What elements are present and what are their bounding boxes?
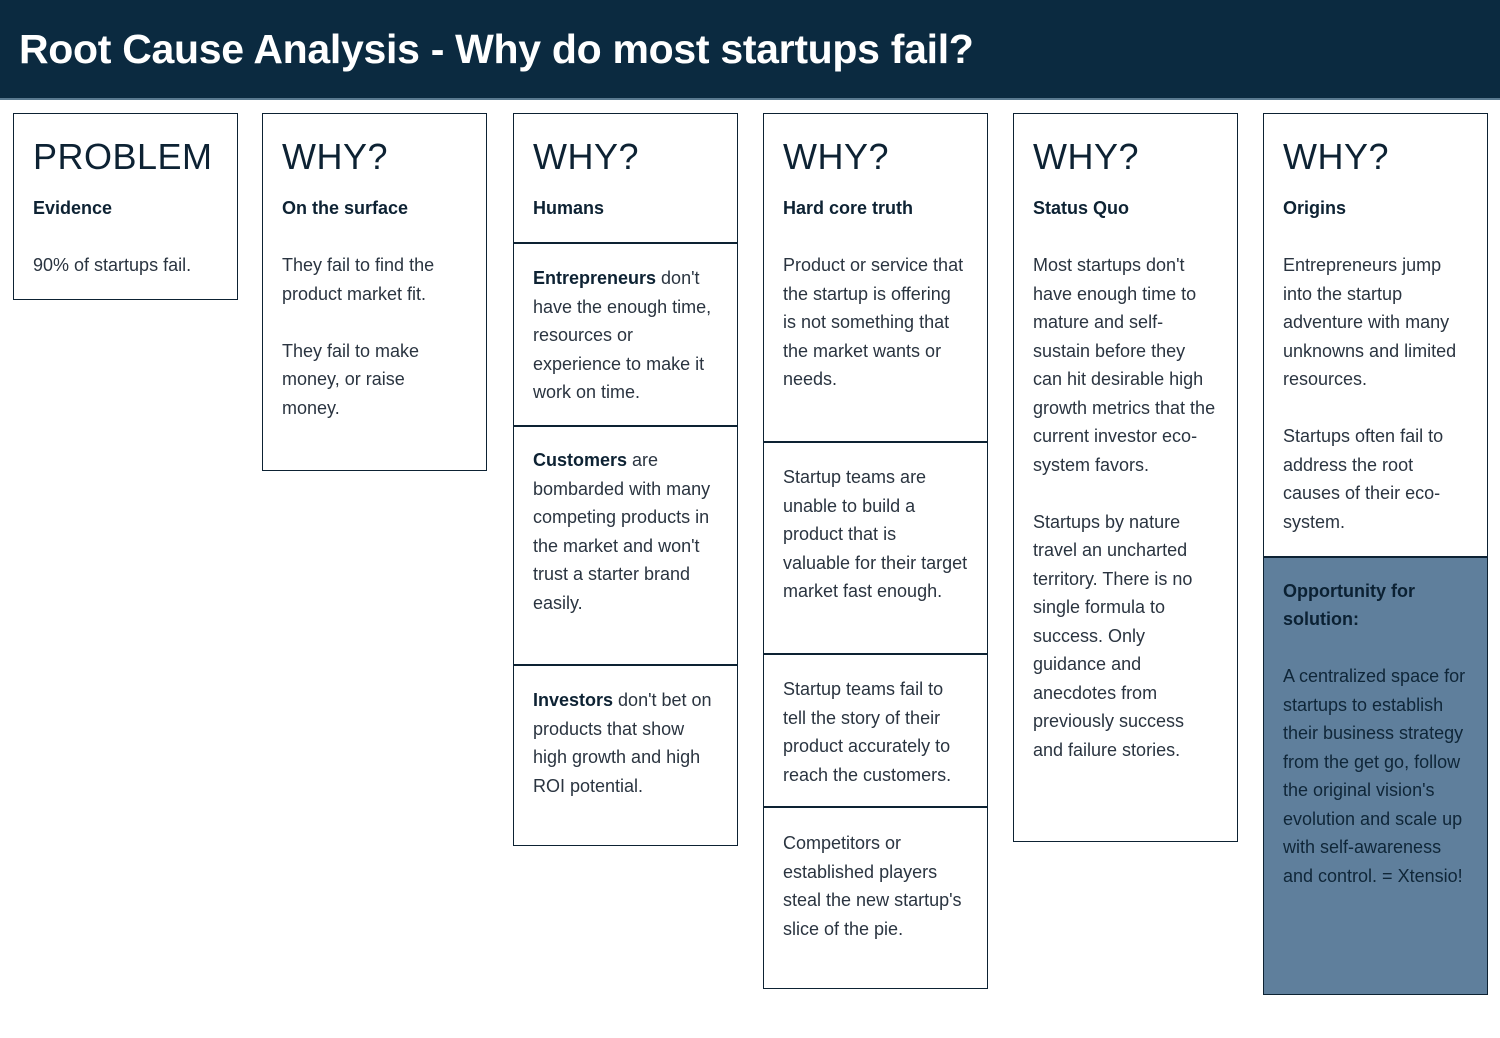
column-subheading: On the surface (282, 198, 409, 218)
truth-cell: Startup teams fail to tell the story of … (764, 653, 987, 806)
why-column-humans: WHY? Humans Entrepreneurs don't have the… (513, 113, 738, 846)
truth-cell: Startup teams are unable to build a prod… (764, 441, 987, 653)
column-subheading: Origins (1283, 198, 1347, 218)
paragraph: Most startups don't have enough time to … (1033, 255, 1216, 475)
paragraph: Startups by nature travel an uncharted t… (1033, 511, 1193, 760)
paragraph: Entrepreneurs jump into the startup adve… (1283, 255, 1457, 389)
column-subheading: Evidence (33, 198, 113, 218)
why-column-status-quo: WHY? Status Quo Most startups don't have… (1013, 113, 1238, 842)
humans-investors-cell: Investors don't bet on products that sho… (514, 664, 737, 845)
cell-body: Customers are bombarded with many compet… (533, 446, 718, 617)
column-heading: WHY? (783, 136, 890, 177)
column-heading: WHY? (533, 136, 640, 177)
solution-cell: Opportunity for solution: A centralized … (1264, 556, 1487, 994)
paragraph: They fail to find the product market fit… (282, 255, 435, 304)
column-heading: WHY? (282, 136, 389, 177)
surface-cell: WHY? On the surface They fail to find th… (263, 114, 486, 422)
column-subheading: Status Quo (1033, 198, 1130, 218)
column-heading: WHY? (1033, 136, 1140, 177)
truth-cell: Competitors or established players steal… (764, 806, 987, 988)
status-quo-cell: WHY? Status Quo Most startups don't have… (1014, 114, 1237, 764)
column-heading: PROBLEM (33, 136, 213, 177)
cell-body: Entrepreneurs don't have the enough time… (533, 264, 718, 407)
cell-text: are bombarded with many competing produc… (533, 450, 711, 613)
why-column-origins: WHY? Origins Entrepreneurs jump into the… (1263, 113, 1488, 995)
problem-column: PROBLEM Evidence 90% of startups fail. (13, 113, 238, 300)
cell-text: don't have the enough time, resources or… (533, 268, 712, 402)
column-subheading: Hard core truth (783, 198, 914, 218)
paragraph: 90% of startups fail. (33, 255, 192, 275)
cell-bold-label: Customers (533, 450, 628, 470)
column-body: Most startups don't have enough time to … (1033, 251, 1218, 764)
cell-bold-label: Investors (533, 690, 614, 710)
column-subheading: Humans (533, 198, 605, 218)
why-column-surface: WHY? On the surface They fail to find th… (262, 113, 487, 471)
cell-body: Competitors or established players steal… (783, 833, 962, 939)
why-column-hard-core-truth: WHY? Hard core truth Product or service … (763, 113, 988, 989)
solution-text: A centralized space for startups to esta… (1283, 666, 1466, 886)
humans-customers-cell: Customers are bombarded with many compet… (514, 425, 737, 664)
truth-header-cell: WHY? Hard core truth Product or service … (764, 114, 987, 441)
cell-body: Startup teams fail to tell the story of … (783, 679, 952, 785)
humans-entrepreneurs-cell: Entrepreneurs don't have the enough time… (514, 242, 737, 425)
page-title: Root Cause Analysis - Why do most startu… (19, 26, 974, 72)
cell-body: Investors don't bet on products that sho… (533, 686, 718, 800)
solution-title: Opportunity for solution: (1283, 581, 1415, 629)
cell-body: Startup teams are unable to build a prod… (783, 467, 968, 601)
column-body: Entrepreneurs jump into the startup adve… (1283, 251, 1468, 536)
header-bar: Root Cause Analysis - Why do most startu… (0, 0, 1500, 100)
origins-cell: WHY? Origins Entrepreneurs jump into the… (1264, 114, 1487, 556)
problem-cell: PROBLEM Evidence 90% of startups fail. (14, 114, 237, 280)
column-body: 90% of startups fail. (33, 251, 218, 280)
paragraph: They fail to make money, or raise money. (282, 340, 420, 418)
column-body: They fail to find the product market fit… (282, 251, 467, 422)
column-body: Product or service that the startup is o… (783, 255, 964, 389)
cell-bold-label: Entrepreneurs (533, 268, 657, 288)
paragraph: Startups often fail to address the root … (1283, 426, 1444, 532)
humans-header-cell: WHY? Humans (514, 114, 737, 242)
column-heading: WHY? (1283, 136, 1390, 177)
